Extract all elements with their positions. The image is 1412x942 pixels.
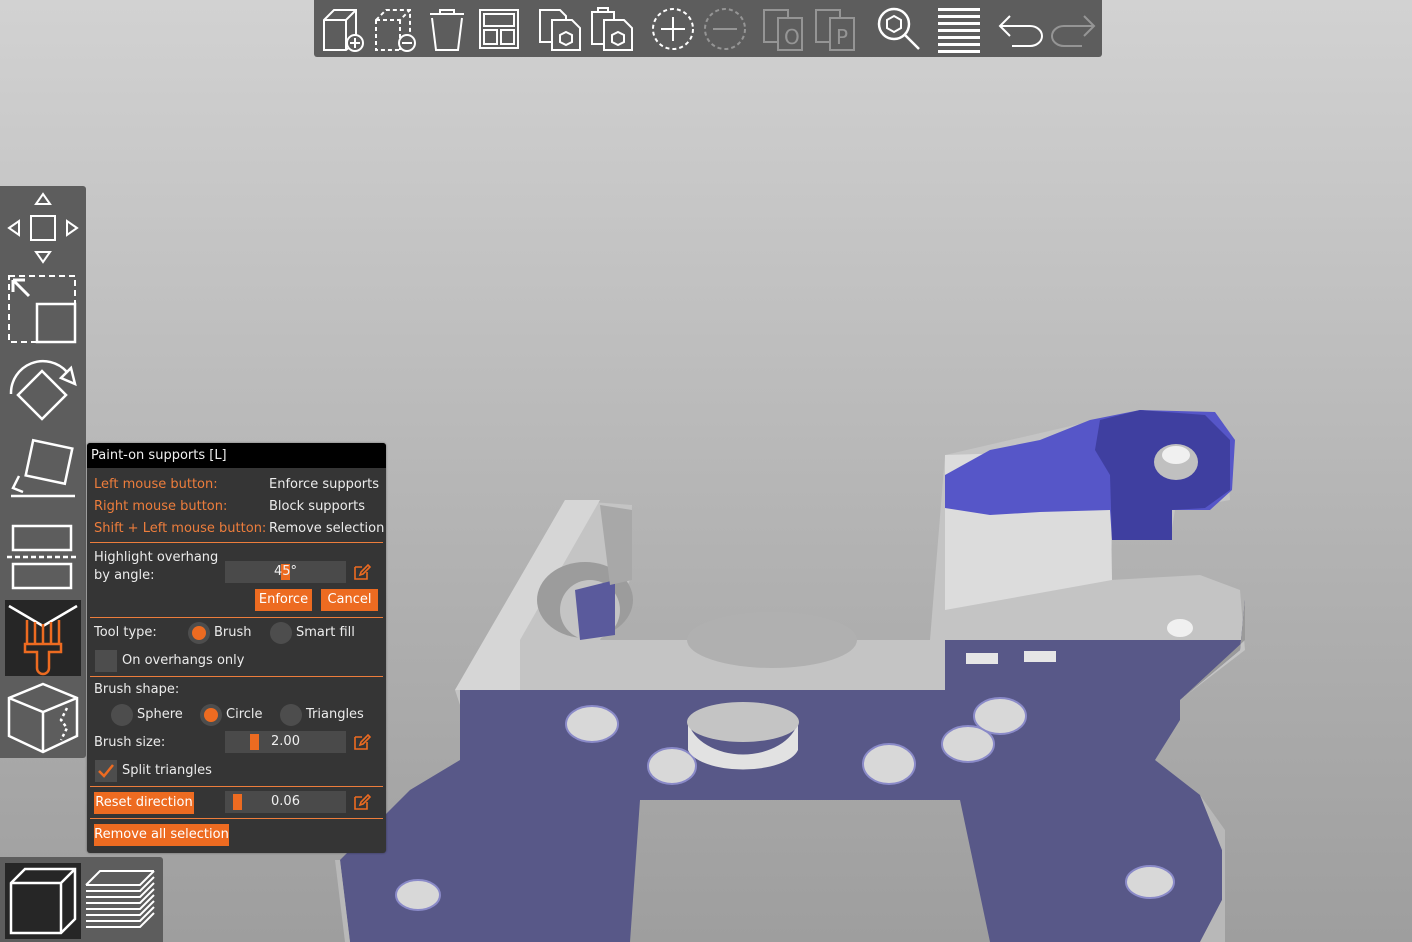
shape-circle-label: Circle <box>226 707 263 722</box>
paint-supports-icon[interactable] <box>5 600 81 676</box>
gizmo-toolbar <box>0 186 86 758</box>
clipping-value: 0.06 <box>271 794 300 809</box>
tool-smart-fill-radio[interactable] <box>270 622 292 644</box>
copy-icon[interactable] <box>536 4 586 54</box>
tool-smart-fill-label: Smart fill <box>296 625 355 640</box>
svg-text:P: P <box>836 25 848 49</box>
cut-icon[interactable] <box>5 518 81 594</box>
shape-sphere-radio[interactable] <box>111 704 133 726</box>
shape-circle-radio[interactable] <box>200 704 222 726</box>
view-toolbar <box>0 857 163 942</box>
redo-icon[interactable] <box>1048 4 1098 54</box>
shortcut-key-right: Right mouse button: <box>94 499 228 514</box>
delete-icon[interactable] <box>370 4 420 54</box>
shortcut-action-left: Enforce supports <box>269 477 380 492</box>
checkmark-icon <box>98 764 114 778</box>
highlight-overhang-label: Highlight overhang <box>94 550 219 565</box>
tool-brush-radio[interactable] <box>188 622 210 644</box>
brush-size-value: 2.00 <box>271 734 300 749</box>
shape-triangles-radio[interactable] <box>280 704 302 726</box>
undo-icon[interactable] <box>996 4 1046 54</box>
arrange-icon[interactable] <box>474 4 524 54</box>
cancel-button[interactable]: Cancel <box>321 589 378 611</box>
overhang-angle-value: 45° <box>273 564 298 579</box>
split-objects-icon[interactable]: O <box>760 4 810 54</box>
seam-painting-icon[interactable] <box>5 680 81 756</box>
add-instance-icon[interactable] <box>648 4 698 54</box>
separator <box>90 542 383 543</box>
svg-text:O: O <box>784 25 800 49</box>
shape-triangles-label: Triangles <box>306 707 364 722</box>
separator <box>90 617 383 618</box>
brush-size-label: Brush size: <box>94 735 166 750</box>
add-icon[interactable] <box>318 4 368 54</box>
brush-size-slider[interactable]: 2.00 <box>225 731 346 753</box>
enforce-button[interactable]: Enforce <box>255 589 312 611</box>
highlight-overhang-label-2: by angle: <box>94 568 155 583</box>
remove-instance-icon[interactable] <box>700 4 750 54</box>
separator <box>90 676 383 677</box>
panel-title: Paint-on supports [L] <box>87 443 386 468</box>
split-triangles-checkbox[interactable] <box>95 760 117 782</box>
search-icon[interactable] <box>874 4 924 54</box>
edit-icon[interactable] <box>352 792 372 812</box>
separator <box>90 818 383 819</box>
on-overhangs-only-checkbox[interactable] <box>95 650 117 672</box>
separator <box>90 786 383 787</box>
edit-icon[interactable] <box>352 562 372 582</box>
move-icon[interactable] <box>5 190 81 266</box>
tool-type-label: Tool type: <box>94 625 157 640</box>
shortcut-key-left: Left mouse button: <box>94 477 218 492</box>
edit-icon[interactable] <box>352 732 372 752</box>
clipping-slider[interactable]: 0.06 <box>225 791 346 813</box>
split-parts-icon[interactable]: P <box>812 4 862 54</box>
delete-all-icon[interactable] <box>422 4 472 54</box>
shape-sphere-label: Sphere <box>137 707 183 722</box>
3d-view-icon[interactable] <box>5 863 81 939</box>
shortcut-action-shift: Remove selection <box>269 521 385 536</box>
place-on-face-icon[interactable] <box>5 436 81 512</box>
reset-direction-button[interactable]: Reset direction <box>94 792 194 814</box>
overhang-angle-slider[interactable]: 45° <box>225 561 346 583</box>
on-overhangs-only-label: On overhangs only <box>122 653 245 668</box>
split-triangles-label: Split triangles <box>122 763 212 778</box>
preview-layers-icon[interactable] <box>82 863 158 939</box>
main-toolbar: O P <box>314 0 1102 57</box>
remove-all-selection-button[interactable]: Remove all selection <box>94 824 229 846</box>
shortcut-action-right: Block supports <box>269 499 365 514</box>
paste-icon[interactable] <box>588 4 638 54</box>
paint-on-supports-panel: Paint-on supports [L] Left mouse button:… <box>87 443 386 853</box>
scale-icon[interactable] <box>5 272 81 348</box>
shortcut-key-shift: Shift + Left mouse button: <box>94 521 267 536</box>
layers-editing-icon[interactable] <box>934 4 984 54</box>
brush-shape-label: Brush shape: <box>94 682 180 697</box>
tool-brush-label: Brush <box>214 625 252 640</box>
rotate-icon[interactable] <box>5 354 81 430</box>
